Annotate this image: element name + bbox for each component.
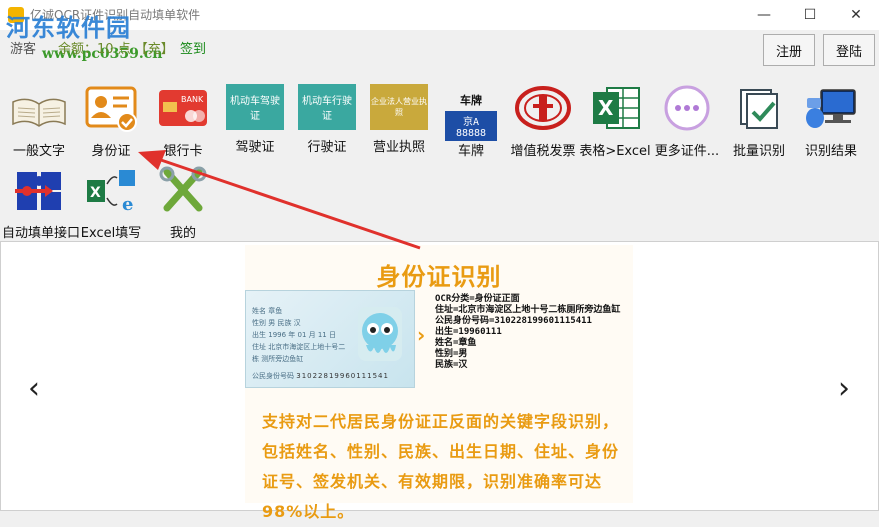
bank-card-icon: BANK [153,82,213,134]
tool-label: 银行卡 [163,144,203,159]
minimize-button[interactable]: — [741,0,787,30]
carousel-slide: 身份证识别 姓名 章鱼 性别 男 民族 汉 出生 1996 年 01 月 11 … [245,245,633,521]
tool-id-card[interactable]: 身份证 [74,78,148,162]
tool-excel[interactable]: X 表格>Excel [578,78,652,162]
vat-invoice-icon [513,82,573,134]
tool-label: 车牌 [457,144,484,159]
tools-icon [153,164,213,216]
signin-link[interactable]: 签到 [180,38,206,57]
card-field: 性别 男 民族 汉 [252,319,301,327]
driver-license-icon: 机动车驾驶证 [226,84,284,130]
ocr-line: 公民身份号码=310228199601115411 [435,316,592,326]
tool-recognition-result[interactable]: 识别结果 [794,78,868,162]
tool-vehicle-license[interactable]: 机动车行驶证 行驶证 [290,78,364,162]
ocr-output: OCR分类=身份证正面 住址=北京市海淀区上地十号二栋厕所旁边鱼缸 公民身份号码… [435,294,620,371]
carousel-next-button[interactable]: › [838,371,850,406]
tool-driver-license[interactable]: 机动车驾驶证 驾驶证 [218,78,292,162]
tool-label: 识别结果 [804,144,857,159]
card-text: 机动车行驶证 [302,96,352,122]
card-text: 企业法人营业执照 [371,97,427,117]
tool-label: 营业执照 [372,140,425,155]
tool-label: 一般文字 [12,144,65,159]
tool-auto-fill-interface[interactable]: 自动填单接口 [2,160,81,244]
tool-batch-recognition[interactable]: 批量识别 [722,78,796,162]
title-bar: 亿诚OCR证件识别自动填单软件 — ☐ ✕ [0,0,879,30]
tool-license-plate[interactable]: 车牌 京A 88888 车牌 [434,78,508,162]
tool-label: 身份证 [91,144,131,159]
svg-text:e: e [122,194,133,215]
more-icon [657,82,717,134]
tool-mine[interactable]: 我的 [146,160,220,244]
ocr-line: 性别=男 [435,349,468,359]
chevron-right-icon: › [417,323,426,347]
tool-label: 表格>Excel [579,144,651,159]
id-card-sample: 姓名 章鱼 性别 男 民族 汉 出生 1996 年 01 月 11 日 住址 北… [245,290,415,388]
card-field: 住址 北京市海淀区上地十号二栋 测所旁边鱼缸 [252,343,346,363]
tool-label: 行驶证 [307,140,347,155]
vehicle-license-icon: 机动车行驶证 [298,84,356,130]
tool-label: 我的 [169,226,196,241]
maximize-button[interactable]: ☐ [787,0,833,30]
plate-title: 车牌 [460,94,482,107]
tool-vat-invoice[interactable]: 增值税发票 [506,78,580,162]
balance-text[interactable]: 余额：10 点 【充】 [58,38,174,57]
close-button[interactable]: ✕ [833,0,879,30]
svg-text:BANK: BANK [181,95,204,104]
slide-title: 身份证识别 [376,263,502,291]
ocr-line: 住址=北京市海淀区上地十号二栋厕所旁边鱼缸 [435,305,621,315]
plate-text: 京A 88888 [445,111,497,141]
tool-label: 自动填单接口 [2,226,81,241]
tool-label: 增值税发票 [510,144,576,159]
tool-more-documents[interactable]: 更多证件... [650,78,724,162]
carousel-prev-button[interactable]: ‹ [28,371,40,406]
card-field: 出生 1996 年 01 月 11 日 [252,331,336,339]
ocr-line: 出生=19960111 [435,327,502,337]
id-card-icon [81,82,141,134]
excel-icon: X [585,82,645,134]
business-license-icon: 企业法人营业执照 [370,84,428,130]
tool-label: Excel填写 [80,226,142,241]
tool-label: 批量识别 [732,144,785,159]
puzzle-icon [9,164,69,216]
card-stamp: 公民身份号码 [252,372,294,380]
ocr-line: 民族=汉 [435,360,468,370]
card-field: 姓名 章鱼 [252,307,283,315]
tool-excel-fill[interactable]: Xe Excel填写 [74,160,148,244]
ocr-line: OCR分类=身份证正面 [435,294,520,304]
excel-fill-icon: Xe [81,164,141,216]
tool-bank-card[interactable]: BANK 银行卡 [146,78,220,162]
result-icon [801,82,861,134]
tool-general-text[interactable]: 一般文字 [2,78,76,162]
slide-description: 支持对二代居民身份证正反面的关键字段识别，包括姓名、性别、民族、出生日期、住址、… [262,412,620,521]
ocr-line: 姓名=章鱼 [435,338,477,348]
svg-text:X: X [90,185,101,201]
tool-label: 更多证件... [654,144,720,159]
register-button[interactable]: 注册 [763,34,815,66]
tool-label: 驾驶证 [235,140,275,155]
tool-business-license[interactable]: 企业法人营业执照 营业执照 [362,78,436,162]
license-plate-icon: 车牌 京A 88888 [441,82,501,141]
svg-text:X: X [598,96,614,120]
octopus-photo [358,307,402,361]
guest-label: 游客 [10,42,37,57]
book-icon [9,82,69,134]
login-button[interactable]: 登陆 [823,34,875,66]
batch-icon [729,82,789,134]
card-number: 31022819960111541 [296,372,389,380]
card-text: 机动车驾驶证 [230,96,280,122]
